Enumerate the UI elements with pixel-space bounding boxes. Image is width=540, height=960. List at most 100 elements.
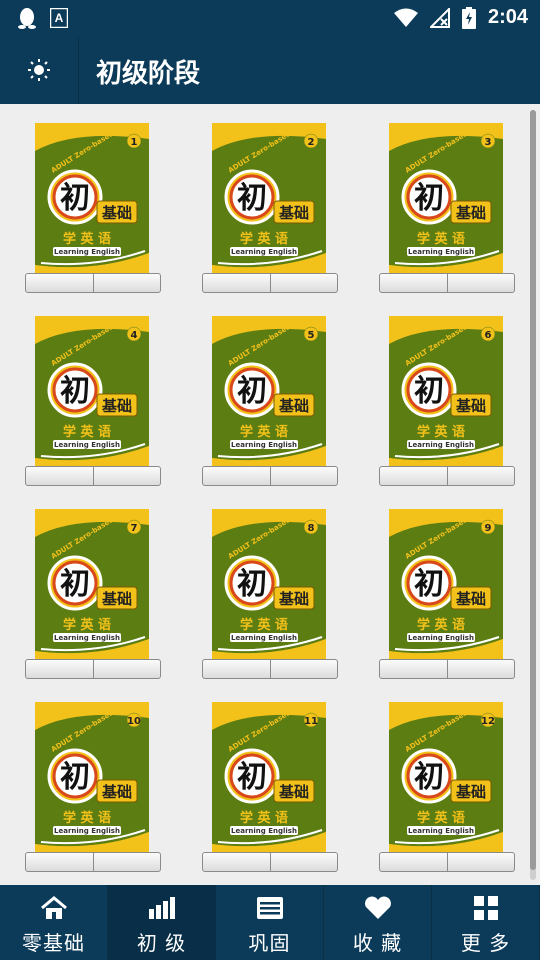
battery-charging-icon bbox=[461, 6, 476, 29]
book-right-button[interactable] bbox=[447, 659, 515, 679]
book-sub-title: 基础 bbox=[278, 783, 309, 801]
book-number: 12 bbox=[481, 716, 495, 727]
book-left-button[interactable] bbox=[25, 273, 94, 293]
book-number: 5 bbox=[308, 330, 315, 341]
book-cover[interactable]: 初 基础 ADULT Zero-based 学 英 语 Learning Eng… bbox=[212, 123, 326, 273]
status-bar: A 2:04 bbox=[0, 0, 540, 36]
book-line: 学 英 语 bbox=[240, 810, 288, 826]
book-main-char: 初 bbox=[414, 374, 444, 409]
book-number: 10 bbox=[127, 716, 141, 727]
book-right-button[interactable] bbox=[270, 466, 338, 486]
book-sub-title: 基础 bbox=[101, 397, 132, 415]
nav-beginner[interactable]: 初 级 bbox=[108, 885, 216, 960]
book-right-button[interactable] bbox=[270, 852, 338, 872]
book-left-button[interactable] bbox=[202, 273, 271, 293]
nav-label: 初 级 bbox=[136, 931, 187, 955]
book-button-row bbox=[379, 273, 515, 293]
book-cover[interactable]: 初 基础 ADULT Zero-based 学 英 语 Learning Eng… bbox=[35, 702, 149, 852]
book-sub-title: 基础 bbox=[455, 204, 486, 222]
book-number: 4 bbox=[131, 330, 138, 341]
book-left-button[interactable] bbox=[25, 659, 94, 679]
book-left-button[interactable] bbox=[379, 659, 448, 679]
book-main-char: 初 bbox=[60, 567, 90, 602]
page-title: 初级阶段 bbox=[96, 59, 201, 89]
book-item[interactable]: 初 基础 ADULT Zero-based 学 英 语 Learning Eng… bbox=[379, 316, 515, 488]
book-item[interactable]: 初 基础 ADULT Zero-based 学 英 语 Learning Eng… bbox=[379, 702, 515, 874]
book-item[interactable]: 初 基础 ADULT Zero-based 学 英 语 Learning Eng… bbox=[202, 702, 338, 874]
nav-more[interactable]: 更 多 bbox=[432, 885, 540, 960]
book-item[interactable]: 初 基础 ADULT Zero-based 学 英 语 Learning Eng… bbox=[379, 123, 515, 295]
book-cover[interactable]: 初 基础 ADULT Zero-based 学 英 语 Learning Eng… bbox=[212, 702, 326, 852]
book-sub-title: 基础 bbox=[101, 783, 132, 801]
app-bar: 初级阶段 bbox=[0, 36, 540, 104]
book-line: 学 英 语 bbox=[240, 424, 288, 440]
book-left-button[interactable] bbox=[379, 273, 448, 293]
book-left-button[interactable] bbox=[25, 852, 94, 872]
book-right-button[interactable] bbox=[270, 659, 338, 679]
book-main-char: 初 bbox=[60, 760, 90, 795]
clock: 2:04 bbox=[487, 6, 528, 28]
book-line: 学 英 语 bbox=[417, 617, 465, 633]
book-item[interactable]: 初 基础 ADULT Zero-based 学 英 语 Learning Eng… bbox=[25, 316, 161, 488]
book-left-button[interactable] bbox=[25, 466, 94, 486]
book-line: 学 英 语 bbox=[63, 617, 111, 633]
book-line: 学 英 语 bbox=[417, 810, 465, 826]
book-button-row bbox=[25, 273, 161, 293]
book-number: 3 bbox=[485, 137, 492, 148]
nav-label: 巩固 bbox=[248, 931, 291, 955]
book-item[interactable]: 初 基础 ADULT Zero-based 学 英 语 Learning Eng… bbox=[202, 509, 338, 681]
book-sub-title: 基础 bbox=[455, 590, 486, 608]
bottom-navigation: 零基础 初 级 巩固 收 藏 更 多 bbox=[0, 885, 540, 960]
book-button-row bbox=[202, 273, 338, 293]
book-english: Learning English bbox=[408, 634, 474, 642]
book-line: 学 英 语 bbox=[417, 231, 465, 247]
book-cover[interactable]: 初 基础 ADULT Zero-based 学 英 语 Learning Eng… bbox=[212, 316, 326, 466]
book-number: 6 bbox=[485, 330, 492, 341]
book-right-button[interactable] bbox=[447, 466, 515, 486]
nav-consolidate[interactable]: 巩固 bbox=[216, 885, 324, 960]
book-right-button[interactable] bbox=[93, 466, 161, 486]
book-item[interactable]: 初 基础 ADULT Zero-based 学 英 语 Learning Eng… bbox=[202, 123, 338, 295]
qq-penguin-icon bbox=[18, 8, 36, 29]
book-item[interactable]: 初 基础 ADULT Zero-based 学 英 语 Learning Eng… bbox=[202, 316, 338, 488]
book-item[interactable]: 初 基础 ADULT Zero-based 学 英 语 Learning Eng… bbox=[25, 123, 161, 295]
book-item[interactable]: 初 基础 ADULT Zero-based 学 英 语 Learning Eng… bbox=[25, 702, 161, 874]
book-number: 9 bbox=[485, 523, 492, 534]
nav-label: 收 藏 bbox=[352, 931, 403, 955]
book-cover[interactable]: 初 基础 ADULT Zero-based 学 英 语 Learning Eng… bbox=[212, 509, 326, 659]
nav-zero-basics[interactable]: 零基础 bbox=[0, 885, 108, 960]
book-left-button[interactable] bbox=[379, 466, 448, 486]
book-right-button[interactable] bbox=[93, 852, 161, 872]
book-cover[interactable]: 初 基础 ADULT Zero-based 学 英 语 Learning Eng… bbox=[389, 509, 503, 659]
book-left-button[interactable] bbox=[202, 852, 271, 872]
book-left-button[interactable] bbox=[202, 659, 271, 679]
book-english: Learning English bbox=[408, 827, 474, 835]
book-right-button[interactable] bbox=[447, 852, 515, 872]
book-cover[interactable]: 初 基础 ADULT Zero-based 学 英 语 Learning Eng… bbox=[389, 702, 503, 852]
book-cover[interactable]: 初 基础 ADULT Zero-based 学 英 语 Learning Eng… bbox=[389, 123, 503, 273]
book-cover[interactable]: 初 基础 ADULT Zero-based 学 英 语 Learning Eng… bbox=[389, 316, 503, 466]
book-left-button[interactable] bbox=[202, 466, 271, 486]
book-right-button[interactable] bbox=[93, 273, 161, 293]
book-right-button[interactable] bbox=[447, 273, 515, 293]
nav-favorites[interactable]: 收 藏 bbox=[324, 885, 432, 960]
book-item[interactable]: 初 基础 ADULT Zero-based 学 英 语 Learning Eng… bbox=[25, 509, 161, 681]
book-number: 7 bbox=[131, 523, 138, 534]
brightness-button[interactable] bbox=[0, 36, 79, 104]
book-sub-title: 基础 bbox=[278, 204, 309, 222]
book-main-char: 初 bbox=[60, 374, 90, 409]
book-line: 学 英 语 bbox=[63, 810, 111, 826]
book-right-button[interactable] bbox=[93, 659, 161, 679]
book-sub-title: 基础 bbox=[101, 590, 132, 608]
book-item[interactable]: 初 基础 ADULT Zero-based 学 英 语 Learning Eng… bbox=[379, 509, 515, 681]
scrollbar-thumb[interactable] bbox=[530, 110, 536, 870]
book-left-button[interactable] bbox=[379, 852, 448, 872]
book-right-button[interactable] bbox=[270, 273, 338, 293]
grid-icon bbox=[473, 896, 498, 920]
book-button-row bbox=[379, 466, 515, 486]
book-cover[interactable]: 初 基础 ADULT Zero-based 学 英 语 Learning Eng… bbox=[35, 123, 149, 273]
book-cover[interactable]: 初 基础 ADULT Zero-based 学 英 语 Learning Eng… bbox=[35, 509, 149, 659]
book-button-row bbox=[202, 466, 338, 486]
book-english: Learning English bbox=[54, 827, 120, 835]
book-cover[interactable]: 初 基础 ADULT Zero-based 学 英 语 Learning Eng… bbox=[35, 316, 149, 466]
